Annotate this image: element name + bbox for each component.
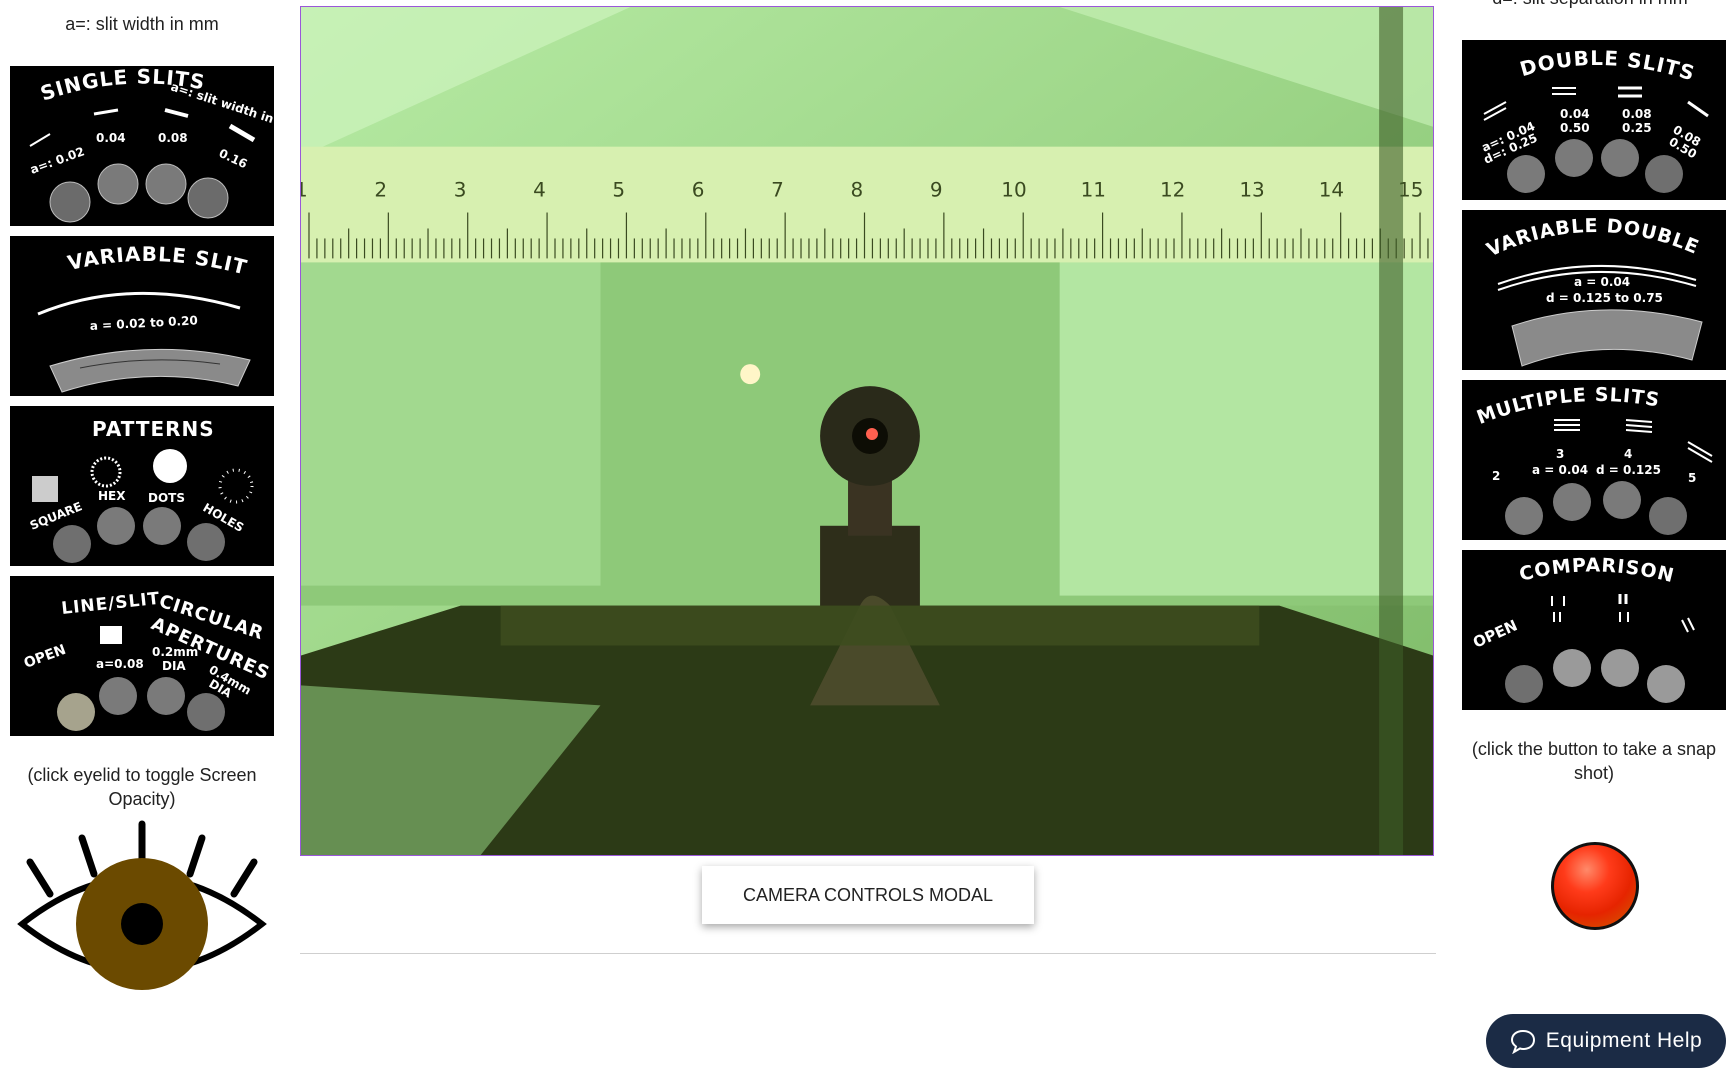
- multiple-slits-label: 4: [1624, 447, 1632, 461]
- single-slits-label: 0.16: [217, 146, 250, 171]
- ruler-number: 8: [851, 178, 864, 202]
- variable-slit-wheel[interactable]: VARIABLE SLIT a = 0.02 to 0.20: [10, 236, 274, 396]
- multiple-slits-label: a = 0.04: [1532, 463, 1588, 477]
- comparisons-wheel[interactable]: COMPARISONS OPEN: [1462, 550, 1726, 710]
- line-slit-label: DIA: [162, 659, 186, 673]
- chat-bubble-icon: [1510, 1029, 1535, 1054]
- equipment-help-label: Equipment Help: [1545, 1029, 1703, 1052]
- multiple-slits-label: 3: [1556, 447, 1564, 461]
- variable-slit-title: VARIABLE SLIT: [65, 242, 250, 280]
- slit-width-caption: a=: slit width in mm: [65, 14, 219, 34]
- equipment-help-button[interactable]: Equipment Help: [1486, 1014, 1726, 1068]
- variable-double-slit-title: VARIABLE DOUBLE SLIT: [1462, 210, 1710, 262]
- ruler-number: 3: [454, 178, 467, 202]
- variable-slit-label: a = 0.02 to 0.20: [89, 313, 198, 333]
- ruler-number: 6: [692, 178, 705, 202]
- variable-double-slit-label: a = 0.04: [1574, 275, 1630, 289]
- eyelid-toggle-icon[interactable]: [16, 820, 268, 1008]
- patterns-wheel[interactable]: PATTERNS SQUARE HEX DOTS HOLES: [10, 406, 274, 566]
- snapshot-caption: (click the button to take a snap shot): [1471, 739, 1717, 783]
- single-slits-label: 0.08: [158, 131, 188, 145]
- camera-controls-button[interactable]: CAMERA CONTROLS MODAL: [702, 866, 1034, 924]
- ruler-number: 5: [612, 178, 625, 202]
- line-slit-label: OPEN: [22, 642, 68, 672]
- line-slit-label: a=0.08: [96, 657, 144, 671]
- multiple-slits-label: 2: [1492, 469, 1500, 483]
- ruler-number: 1: [301, 178, 308, 202]
- comparisons-label: OPEN: [1470, 616, 1520, 651]
- multiple-slits-label: 5: [1688, 471, 1696, 485]
- variable-double-slit-wheel[interactable]: VARIABLE DOUBLE SLIT a = 0.04 d = 0.125 …: [1462, 210, 1726, 370]
- multiple-slits-wheel[interactable]: MULTIPLE SLITS 2 3 a = 0.04 4 d = 0.125 …: [1462, 380, 1726, 540]
- snapshot-button[interactable]: [1551, 842, 1639, 930]
- ruler-number: 4: [533, 178, 546, 202]
- single-slits-label: a=: 0.02: [28, 144, 86, 177]
- ruler-number: 13: [1239, 178, 1264, 202]
- slit-separation-caption: d=: slit separation in mm: [1470, 0, 1710, 9]
- divider: [300, 953, 1436, 954]
- patterns-label: DOTS: [148, 491, 185, 505]
- patterns-title: PATTERNS: [92, 417, 215, 441]
- double-slits-label: 0.50: [1560, 121, 1590, 135]
- ruler-number: 11: [1081, 178, 1106, 202]
- ruler-number: 7: [771, 178, 784, 202]
- double-slits-title: DOUBLE SLITS: [1517, 46, 1698, 86]
- patterns-label: HEX: [98, 489, 126, 503]
- comparisons-title: COMPARISONS: [1462, 550, 1677, 587]
- eyelid-caption: (click eyelid to toggle Screen Opacity): [27, 765, 257, 809]
- line-slit-label: 0.2mm: [152, 645, 198, 659]
- ruler-number: 2: [374, 178, 387, 202]
- ruler-number: 14: [1319, 178, 1344, 202]
- line-slit-circular-wheel[interactable]: LINE/SLIT CIRCULAR APERTURES OPEN a=0.08…: [10, 576, 274, 736]
- camera-feed: 123456789101112131415: [300, 6, 1434, 856]
- double-slits-label: 0.08: [1622, 107, 1652, 121]
- ruler-number: 10: [1001, 178, 1026, 202]
- ruler-number: 12: [1160, 178, 1185, 202]
- single-slits-note: a=: slit width in mm: [169, 80, 274, 135]
- single-slits-wheel[interactable]: SINGLE SLITS a=: slit width in mm a=: 0.…: [10, 66, 274, 226]
- variable-double-slit-label: d = 0.125 to 0.75: [1546, 291, 1663, 305]
- multiple-slits-label: d = 0.125: [1596, 463, 1661, 477]
- double-slits-wheel[interactable]: DOUBLE SLITS a=: 0.04 d=: 0.25 0.04 0.50…: [1462, 40, 1726, 200]
- ruler-number: 9: [930, 178, 943, 202]
- single-slits-label: 0.04: [96, 131, 126, 145]
- multiple-slits-title: MULTIPLE SLITS: [1474, 384, 1662, 429]
- double-slits-label: 0.25: [1622, 121, 1652, 135]
- double-slits-label: 0.04: [1560, 107, 1590, 121]
- line-slit-title: LINE/SLIT: [60, 589, 161, 619]
